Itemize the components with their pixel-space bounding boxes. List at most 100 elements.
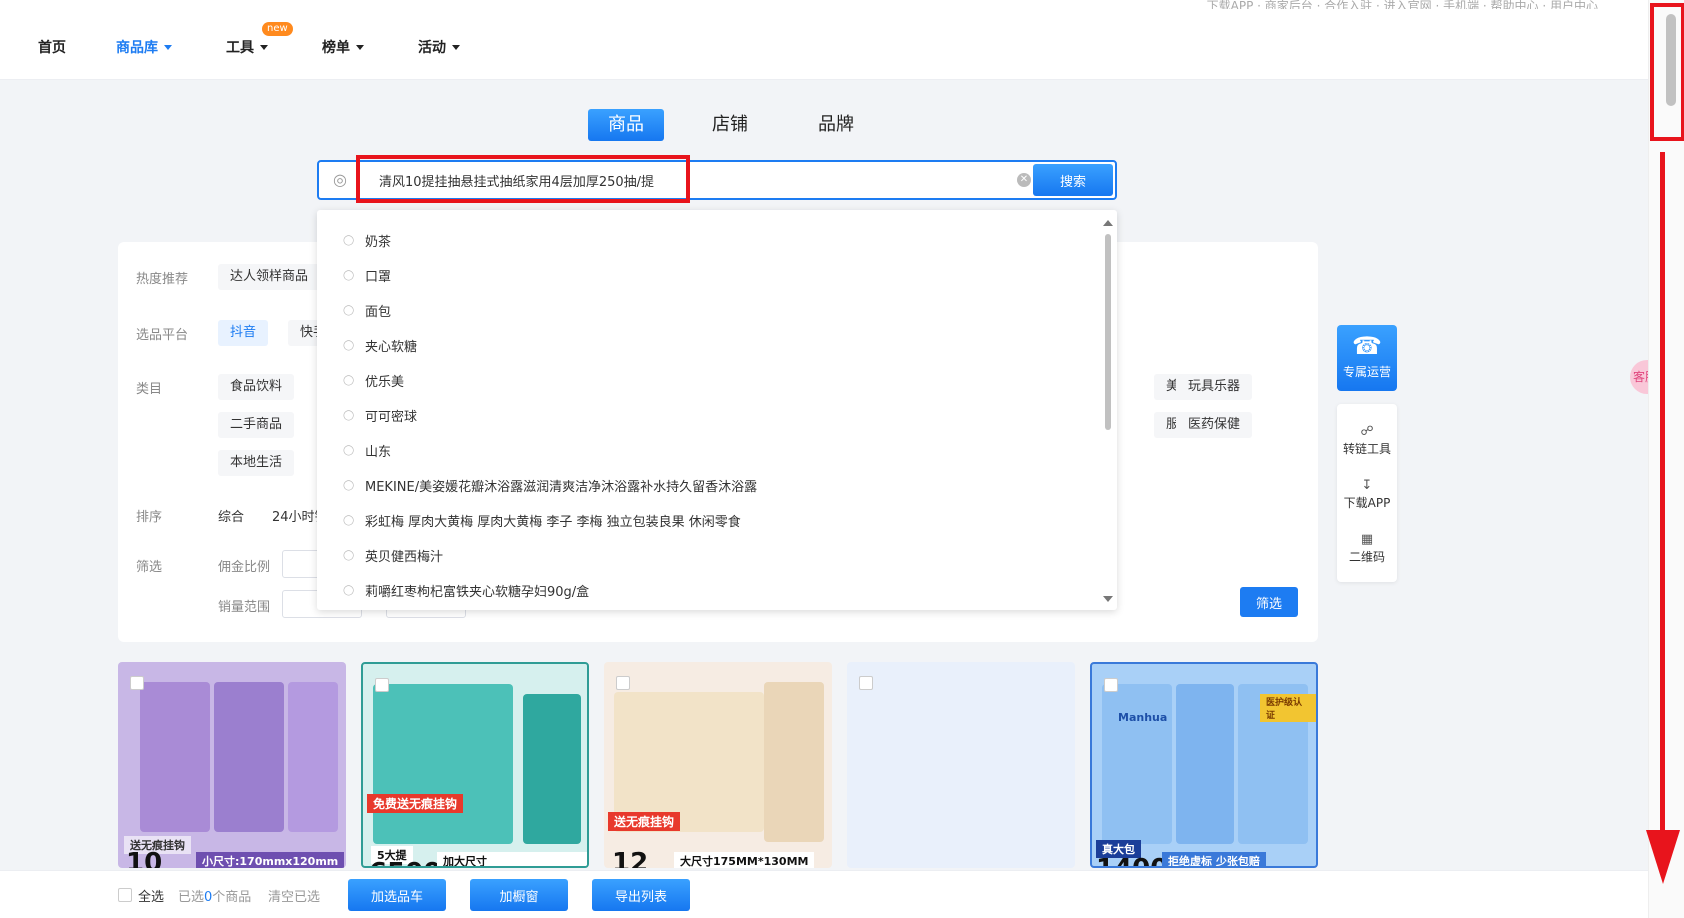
suggestion-text: 口罩 <box>365 269 392 285</box>
suggestion-item[interactable]: ◯ 夹心软糖 <box>343 335 417 355</box>
scroll-down-icon[interactable] <box>1103 596 1113 602</box>
product-checkbox[interactable] <box>859 676 873 690</box>
product-card[interactable]: 送无痕挂钩 12 大尺寸175MM*130MM <box>604 662 832 868</box>
product-checkbox[interactable] <box>130 676 144 690</box>
chevron-down-icon <box>260 44 268 50</box>
filter-button[interactable]: 筛选 <box>1240 587 1298 617</box>
product-badge: 医护级认证 <box>1260 694 1316 722</box>
chevron-down-icon <box>356 44 364 50</box>
add-to-window-button[interactable]: 加橱窗 <box>470 879 568 911</box>
suggestion-item[interactable]: ◯ 优乐美 <box>343 370 404 390</box>
search-icon: ◯ <box>343 514 355 526</box>
scroll-up-icon[interactable] <box>1103 220 1113 226</box>
search-button[interactable]: 搜索 <box>1033 164 1113 196</box>
nav-rankings[interactable]: 榜单 <box>322 37 364 57</box>
tab-shops[interactable]: 店铺 <box>712 109 748 141</box>
search-icon: ◯ <box>343 304 355 316</box>
product-package <box>523 694 581 844</box>
search-icon: ◯ <box>343 409 355 421</box>
sales-label: 销量范围 <box>218 600 271 615</box>
selected-suffix: 个商品 <box>212 890 252 905</box>
clear-selected-link[interactable]: 清空已选 <box>268 886 320 905</box>
qrcode-tool[interactable]: ▦ 二维码 <box>1337 532 1397 565</box>
dropdown-scrollbar[interactable] <box>1105 234 1111 430</box>
tab-products[interactable]: 商品 <box>588 109 664 141</box>
chip-talent-sample[interactable]: 达人领样商品 <box>218 264 321 290</box>
link-icon: ☍ <box>1360 424 1374 439</box>
suggestion-text: 山东 <box>365 444 392 460</box>
sort-comprehensive[interactable]: 综合 <box>218 506 244 525</box>
camera-icon[interactable]: ◎ <box>329 170 351 190</box>
suggestion-item[interactable]: ◯ 奶茶 <box>343 230 391 250</box>
chip-medical[interactable]: 医药保健 <box>1176 412 1253 438</box>
headset-icon: ☎ <box>1352 332 1382 360</box>
top-navigation: 下载APP · 商家后台 · 合作入驻 · 进入官网 · 手机端 · 帮助中心 … <box>0 0 1648 80</box>
product-package <box>614 692 764 832</box>
nav-activities[interactable]: 活动 <box>418 37 460 57</box>
suggestion-item[interactable]: ◯ 莉嚼红枣枸杞富铁夹心软糖孕妇90g/盒 <box>343 580 589 600</box>
platform-label: 选品平台 <box>136 328 189 343</box>
product-brand: Manhua <box>1118 711 1168 724</box>
suggestion-text: 夹心软糖 <box>365 339 418 355</box>
product-big-number: 6500 <box>369 858 441 866</box>
chip-local-life[interactable]: 本地生活 <box>218 450 295 476</box>
highlight-box <box>356 155 690 203</box>
suggestion-item[interactable]: ◯ 山东 <box>343 440 391 460</box>
product-package <box>1176 684 1234 844</box>
search-icon: ◯ <box>343 549 355 561</box>
suggestion-item[interactable]: ◯ MEKINE/美姿媛花瓣沐浴露滋润清爽洁净沐浴露补水持久留香沐浴露 <box>343 475 757 495</box>
scroll-arrow-line <box>1660 152 1665 832</box>
side-tools-panel: ☍ 转链工具 ↧ 下载APP ▦ 二维码 <box>1337 404 1397 582</box>
select-all-checkbox[interactable] <box>118 888 132 902</box>
search-icon: ◯ <box>343 584 355 596</box>
clear-icon[interactable]: ✕ <box>1017 173 1031 187</box>
bottom-action-bar: 全选 已选0个商品 清空已选 加选品车 加橱窗 导出列表 <box>0 870 1648 918</box>
product-package <box>288 682 338 832</box>
chip-food[interactable]: 食品饮料 <box>218 374 295 400</box>
suggestion-item[interactable]: ◯ 彩虹梅 厚肉大黄梅 厚肉大黄梅 李子 李梅 独立包装良果 休闲零食 <box>343 510 741 530</box>
chip-douyin[interactable]: 抖音 <box>218 320 269 346</box>
product-size: 大尺寸175MM*130MM <box>674 852 815 868</box>
product-checkbox[interactable] <box>1104 678 1118 692</box>
nav-product-library-label: 商品库 <box>116 40 158 56</box>
suggestion-text: 彩虹梅 厚肉大黄梅 厚肉大黄梅 李子 李梅 独立包装良果 休闲零食 <box>365 514 741 530</box>
product-card[interactable]: Manhua 医护级认证 真大包 1400 拒绝虚标 少张包赔 <box>1090 662 1318 868</box>
export-list-button[interactable]: 导出列表 <box>592 879 690 911</box>
suggestion-item[interactable]: ◯ 可可密球 <box>343 405 417 425</box>
product-package <box>214 682 284 832</box>
product-checkbox[interactable] <box>375 678 389 692</box>
chip-toys[interactable]: 玩具乐器 <box>1176 374 1253 400</box>
nav-rankings-label: 榜单 <box>322 40 350 56</box>
suggestion-text: 面包 <box>365 304 392 320</box>
suggestion-text: 优乐美 <box>365 374 405 390</box>
nav-home[interactable]: 首页 <box>38 37 66 57</box>
tab-brands[interactable]: 品牌 <box>818 109 854 141</box>
suggestion-item[interactable]: ◯ 英贝健西梅汁 <box>343 545 443 565</box>
chevron-down-icon <box>452 44 460 50</box>
product-card-empty[interactable] <box>847 662 1075 868</box>
product-card[interactable]: 免费送无痕挂钩 5大提 6500 加大尺寸175MM*175MM <box>361 662 589 868</box>
suggestion-item[interactable]: ◯ 面包 <box>343 300 391 320</box>
add-to-cart-button[interactable]: 加选品车 <box>348 879 446 911</box>
product-card[interactable]: 送无痕挂钩 10 小尺寸:170mmx120mm <box>118 662 346 868</box>
highlight-box <box>1650 3 1684 141</box>
link-convert-label: 转链工具 <box>1342 442 1391 456</box>
screen-label: 筛选 <box>136 560 163 575</box>
suggestion-item[interactable]: ◯ 口罩 <box>343 265 391 285</box>
product-package <box>140 682 210 832</box>
nav-product-library[interactable]: 商品库 <box>116 37 172 57</box>
suggestion-text: 英贝健西梅汁 <box>365 549 444 565</box>
chip-second-hand[interactable]: 二手商品 <box>218 412 295 438</box>
dedicated-service-button[interactable]: ☎ 专属运营 <box>1337 325 1397 391</box>
product-package <box>764 682 824 842</box>
new-badge: new <box>262 22 293 36</box>
product-checkbox[interactable] <box>616 676 630 690</box>
dedicated-service-label: 专属运营 <box>1342 365 1391 379</box>
select-all-label[interactable]: 全选 <box>138 886 164 905</box>
nav-tools[interactable]: 工具 <box>226 37 268 57</box>
download-app-tool[interactable]: ↧ 下载APP <box>1337 478 1397 511</box>
search-icon: ◯ <box>343 234 355 246</box>
top-links-strip[interactable]: 下载APP · 商家后台 · 合作入驻 · 进入官网 · 手机端 · 帮助中心 … <box>1207 0 1598 9</box>
link-convert-tool[interactable]: ☍ 转链工具 <box>1337 424 1397 457</box>
product-big-number: 1400 <box>1096 854 1168 866</box>
